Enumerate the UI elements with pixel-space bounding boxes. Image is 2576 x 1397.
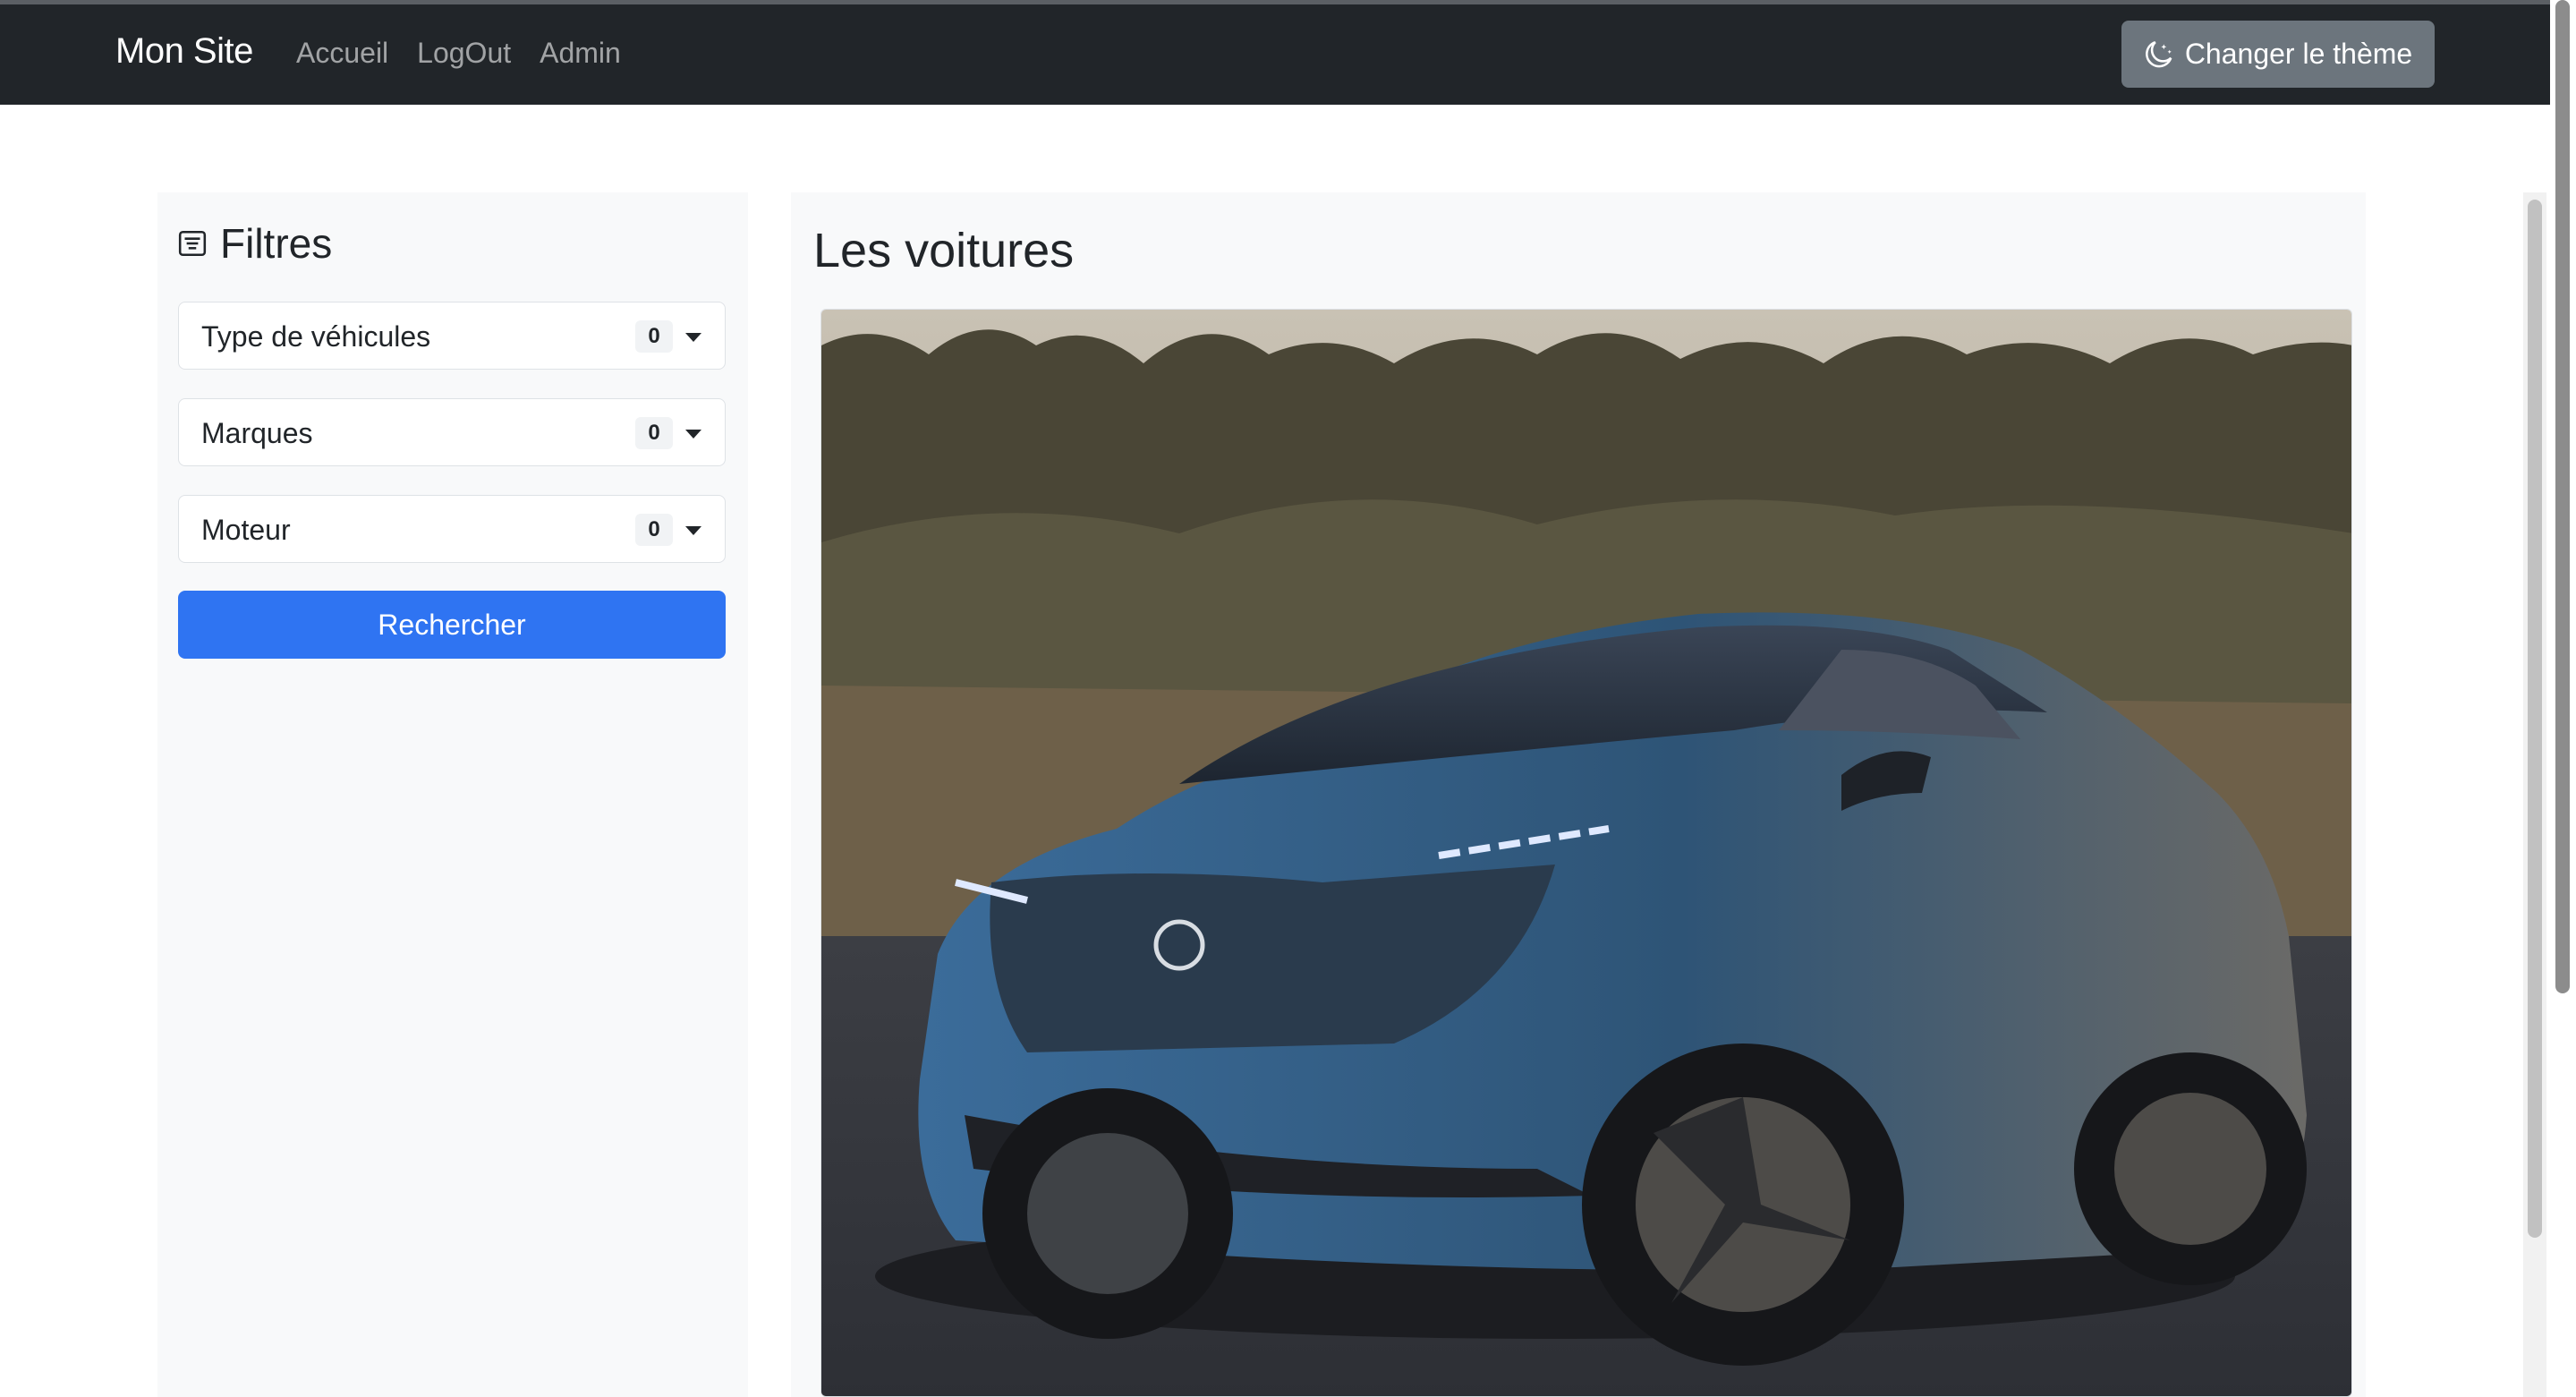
filters-panel: Filtres Type de véhicules 0 Marques 0 Mo…: [157, 192, 748, 1397]
change-theme-button[interactable]: Changer le thème: [2121, 21, 2435, 88]
select-label: Type de véhicules: [201, 320, 431, 353]
selected-count-badge: 0: [635, 514, 673, 546]
caret-down-icon: [685, 526, 701, 535]
vehicle-type-select[interactable]: Type de véhicules 0: [178, 302, 726, 370]
filters-title: Filtres: [220, 220, 333, 267]
caret-down-icon: [685, 333, 701, 342]
nav-link-logout[interactable]: LogOut: [417, 37, 511, 70]
select-label: Moteur: [201, 514, 291, 546]
panel-scrollbar-thumb[interactable]: [2528, 200, 2542, 1238]
search-button[interactable]: Rechercher: [178, 591, 726, 659]
filter-list-icon: [178, 230, 207, 257]
selected-count-badge: 0: [635, 417, 673, 449]
caret-down-icon: [685, 430, 701, 439]
page-title: Les voitures: [813, 224, 1075, 277]
selected-count-badge: 0: [635, 320, 673, 353]
brands-select[interactable]: Marques 0: [178, 398, 726, 466]
nav-links: Accueil LogOut Admin: [296, 37, 621, 70]
moon-stars-icon: [2145, 40, 2172, 67]
window-scrollbar-thumb[interactable]: [2555, 0, 2570, 993]
change-theme-label: Changer le thème: [2184, 38, 2413, 70]
filters-heading: Filtres: [177, 219, 332, 268]
panel-scrollbar[interactable]: [2523, 192, 2546, 1397]
car-image: [821, 310, 2351, 1396]
brand-link[interactable]: Mon Site: [115, 31, 253, 72]
select-label: Marques: [201, 417, 313, 449]
car-card[interactable]: [820, 309, 2352, 1397]
nav-link-accueil[interactable]: Accueil: [296, 37, 388, 70]
window-scrollbar[interactable]: [2550, 0, 2576, 1397]
nav-link-admin[interactable]: Admin: [540, 37, 621, 70]
engine-select[interactable]: Moteur 0: [178, 495, 726, 563]
navbar: Mon Site Accueil LogOut Admin Changer le…: [0, 4, 2550, 105]
cars-panel: Les voitures: [791, 192, 2366, 1397]
